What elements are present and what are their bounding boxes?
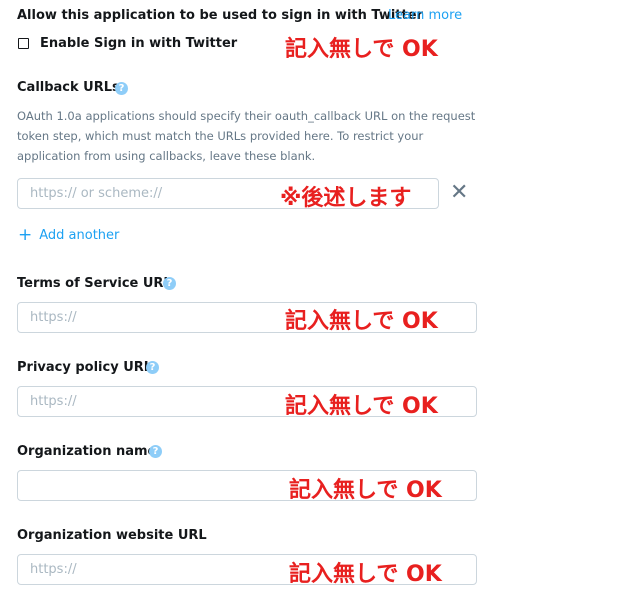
learn-more-link[interactable]: Learn more (388, 8, 462, 23)
org-url-label: Organization website URL (17, 528, 207, 543)
callback-description: OAuth 1.0a applications should specify t… (17, 109, 476, 163)
help-question-icon[interactable]: ? (149, 445, 162, 458)
signin-annotation: 記入無しで OK (285, 37, 438, 62)
plus-icon: + (18, 225, 33, 245)
signin-section-title: Allow this application to be used to sig… (17, 8, 423, 23)
org-name-input[interactable] (17, 470, 477, 501)
enable-signin-checkbox[interactable] (18, 38, 29, 49)
privacy-url-label: Privacy policy URL (17, 360, 153, 375)
enable-signin-label[interactable]: Enable Sign in with Twitter (40, 36, 237, 51)
privacy-url-input[interactable] (17, 386, 477, 417)
add-another-label: Add another (39, 228, 120, 243)
help-question-icon[interactable]: ? (163, 277, 176, 290)
add-another-button[interactable]: + Add another (18, 225, 119, 245)
terms-url-input[interactable] (17, 302, 477, 333)
terms-url-label: Terms of Service URL (17, 276, 172, 291)
help-question-icon[interactable]: ? (146, 361, 159, 374)
org-name-label: Organization name (17, 444, 157, 459)
close-x-icon[interactable]: ✕ (450, 182, 468, 204)
callback-url-input[interactable] (17, 178, 439, 209)
help-question-icon[interactable]: ? (115, 82, 128, 95)
org-url-input[interactable] (17, 554, 477, 585)
callback-urls-label: Callback URLs (17, 80, 120, 95)
